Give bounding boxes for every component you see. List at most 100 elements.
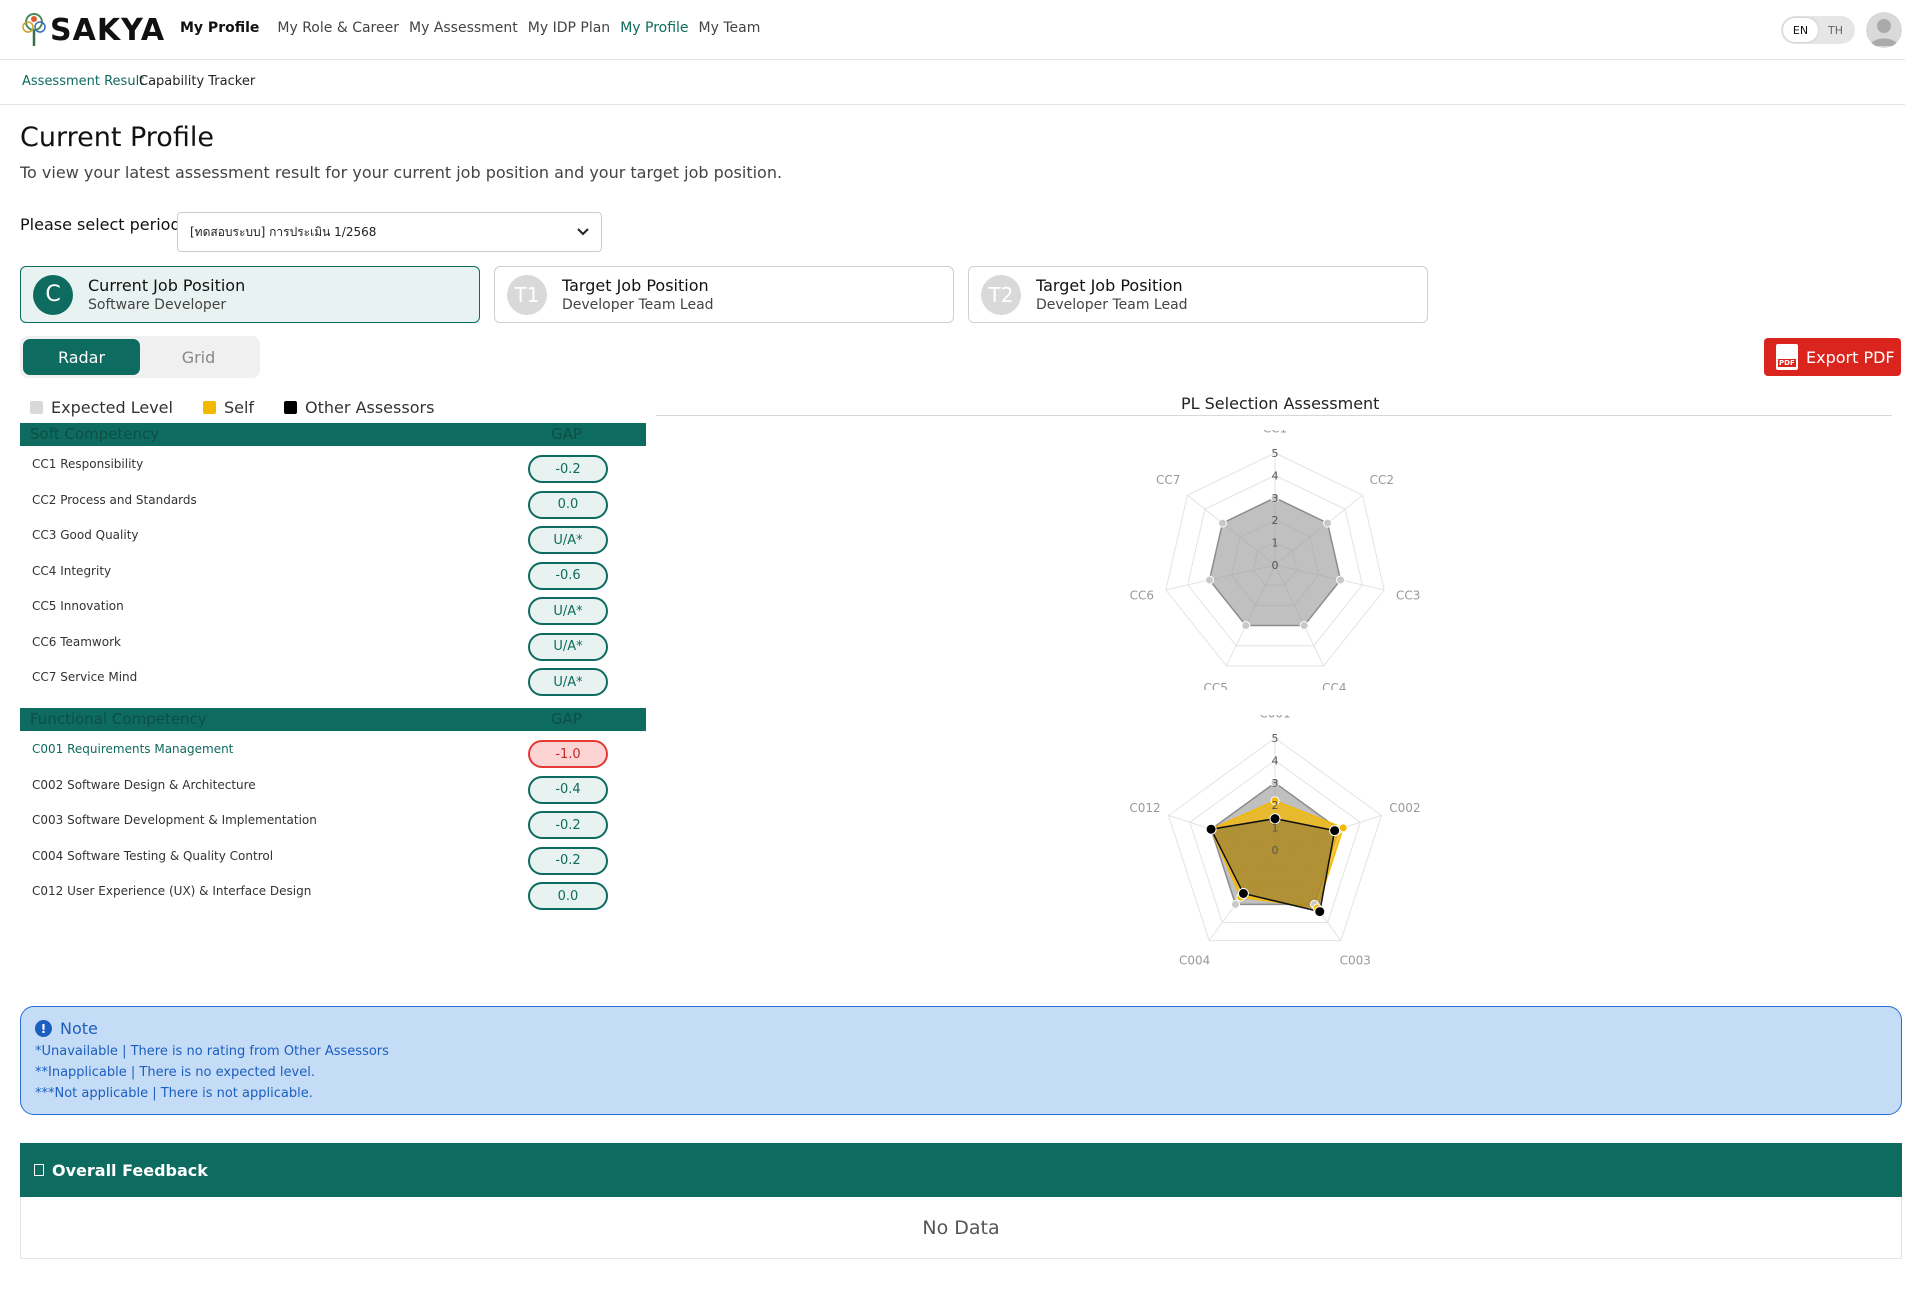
soft-competency-header: Soft Competency GAP <box>20 423 646 446</box>
language-toggle[interactable]: EN TH <box>1781 16 1855 44</box>
position-card-role: Developer Team Lead <box>1036 297 1188 313</box>
note-line: ***Not applicable | There is not applica… <box>35 1086 313 1101</box>
export-pdf-label: Export PDF <box>1806 347 1895 367</box>
gap-value-badge: 0.0 <box>528 882 608 910</box>
competency-name[interactable]: CC3 Good Quality <box>32 528 139 542</box>
radar-point <box>1237 887 1249 899</box>
radar-tick-label: 5 <box>1272 732 1279 745</box>
user-icon <box>1870 19 1898 46</box>
user-avatar[interactable] <box>1866 12 1902 48</box>
position-badge: C <box>33 274 73 315</box>
gap-value-badge: U/A* <box>528 632 608 661</box>
brand-name: SAKYA <box>50 12 166 48</box>
overall-feedback-header: Overall Feedback <box>20 1143 1902 1197</box>
export-pdf-button[interactable]: Export PDF <box>1764 338 1901 376</box>
gap-value-badge: 0.0 <box>528 490 608 519</box>
radar-view-button[interactable]: Radar <box>23 339 140 375</box>
section-title: Functional Competency <box>30 710 207 728</box>
document-icon <box>34 1164 44 1176</box>
legend-swatch <box>30 401 43 414</box>
gap-value-badge: -0.2 <box>528 455 608 483</box>
nav-item[interactable]: My IDP Plan <box>528 20 610 36</box>
radar-axis-label: C003 <box>1340 954 1371 968</box>
radar-point <box>1323 518 1333 528</box>
radar-point <box>1336 575 1346 585</box>
radar-tick-label: 3 <box>1272 492 1279 505</box>
legend-swatch <box>202 401 216 414</box>
gap-value-badge: -0.2 <box>528 846 608 875</box>
radar-axis-label: CC3 <box>1396 588 1420 602</box>
radar-tick-label: 0 <box>1272 844 1279 857</box>
current-position-card[interactable]: C Current Job Position Software Develope… <box>20 266 480 323</box>
legend-label: Other Assessors <box>305 398 435 417</box>
radar-point <box>1338 823 1348 833</box>
chevron-down-icon <box>577 228 589 236</box>
radar-tick-label: 3 <box>1272 777 1279 790</box>
legend-swatch <box>284 401 298 414</box>
radar-axis-label: C002 <box>1389 801 1420 815</box>
tab-capability-tracker[interactable]: Capability Tracker <box>139 74 255 89</box>
radar-tick-label: 1 <box>1272 822 1279 835</box>
gap-value-badge: -1.0 <box>528 740 608 768</box>
feedback-title: Overall Feedback <box>52 1160 208 1180</box>
radar-axis-label: CC1 <box>1263 430 1287 435</box>
competency-name[interactable]: C012 User Experience (UX) & Interface De… <box>32 884 311 898</box>
page-title: Current Profile <box>20 122 214 153</box>
page-description: To view your latest assessment result fo… <box>20 163 783 182</box>
competency-name[interactable]: C002 Software Design & Architecture <box>32 778 256 792</box>
radar-point <box>1205 823 1217 835</box>
nav-item[interactable]: My Profile <box>620 20 688 36</box>
competency-name[interactable]: CC4 Integrity <box>32 564 111 578</box>
competency-name[interactable]: CC5 Innovation <box>32 599 124 613</box>
tree-logo-icon <box>22 13 46 46</box>
radar-point <box>1241 621 1251 631</box>
legend-label: Expected Level <box>51 398 173 417</box>
lang-th-option[interactable]: TH <box>1818 18 1853 42</box>
divider <box>656 415 1892 416</box>
competency-name[interactable]: C001 Requirements Management <box>32 742 233 756</box>
radar-axis-label: CC6 <box>1130 588 1154 602</box>
target-position-2-card[interactable]: T2 Target Job Position Developer Team Le… <box>968 266 1428 323</box>
radar-point <box>1231 899 1241 909</box>
position-badge: T1 <box>507 274 547 315</box>
position-card-title: Current Job Position <box>88 276 246 295</box>
gap-value-badge: -0.6 <box>528 561 608 590</box>
radar-tick-label: 5 <box>1272 447 1279 460</box>
note-title-text: Note <box>60 1019 98 1038</box>
period-select-value: [ทดสอบระบบ] การประเมิน 1/2568 <box>190 224 377 239</box>
info-icon: ! <box>35 1020 52 1037</box>
competency-name[interactable]: C003 Software Development & Implementati… <box>32 813 317 827</box>
radar-tick-label: 4 <box>1272 469 1279 482</box>
legend-item-self: Self <box>202 398 255 417</box>
radar-tick-label: 2 <box>1272 799 1279 812</box>
competency-name[interactable]: C004 Software Testing & Quality Control <box>32 849 273 863</box>
nav-item[interactable]: My Team <box>699 20 761 36</box>
view-toggle: Radar Grid <box>20 336 260 378</box>
nav-item[interactable]: My Assessment <box>409 20 518 36</box>
competency-name[interactable]: CC7 Service Mind <box>32 670 137 684</box>
main-nav: My Profile My Role & Career My Assessment M… <box>180 20 760 36</box>
nav-item[interactable]: My Profile <box>180 20 259 36</box>
radar-axis-label: C012 <box>1129 801 1160 815</box>
sakya-logo[interactable]: SAKYA <box>20 10 165 50</box>
period-select[interactable]: [ทดสอบระบบ] การประเมิน 1/2568 <box>177 212 602 252</box>
tab-assessment-result[interactable]: Assessment Result <box>22 74 144 89</box>
nav-item[interactable]: My Role & Career <box>277 20 399 36</box>
note-panel: ! Note *Unavailable | There is no rating… <box>20 1006 1902 1115</box>
legend-item-expected: Expected Level <box>30 398 173 417</box>
competency-name[interactable]: CC2 Process and Standards <box>32 493 197 507</box>
competency-name[interactable]: CC6 Teamwork <box>32 635 121 649</box>
radar-axis-label: CC4 <box>1322 681 1346 690</box>
competency-name[interactable]: CC1 Responsibility <box>32 457 143 471</box>
radar-point <box>1217 518 1227 528</box>
radar-point <box>1299 621 1309 631</box>
radar-point <box>1314 906 1326 918</box>
grid-view-button[interactable]: Grid <box>140 339 257 375</box>
note-title: ! Note <box>35 1019 1887 1038</box>
lang-en-option[interactable]: EN <box>1783 18 1818 42</box>
radar-axis-label: C004 <box>1179 954 1210 968</box>
note-line: **Inapplicable | There is no expected le… <box>35 1065 315 1080</box>
target-position-1-card[interactable]: T1 Target Job Position Developer Team Le… <box>494 266 954 323</box>
radar-axis-label: CC2 <box>1370 473 1394 487</box>
legend-label: Self <box>223 398 255 417</box>
